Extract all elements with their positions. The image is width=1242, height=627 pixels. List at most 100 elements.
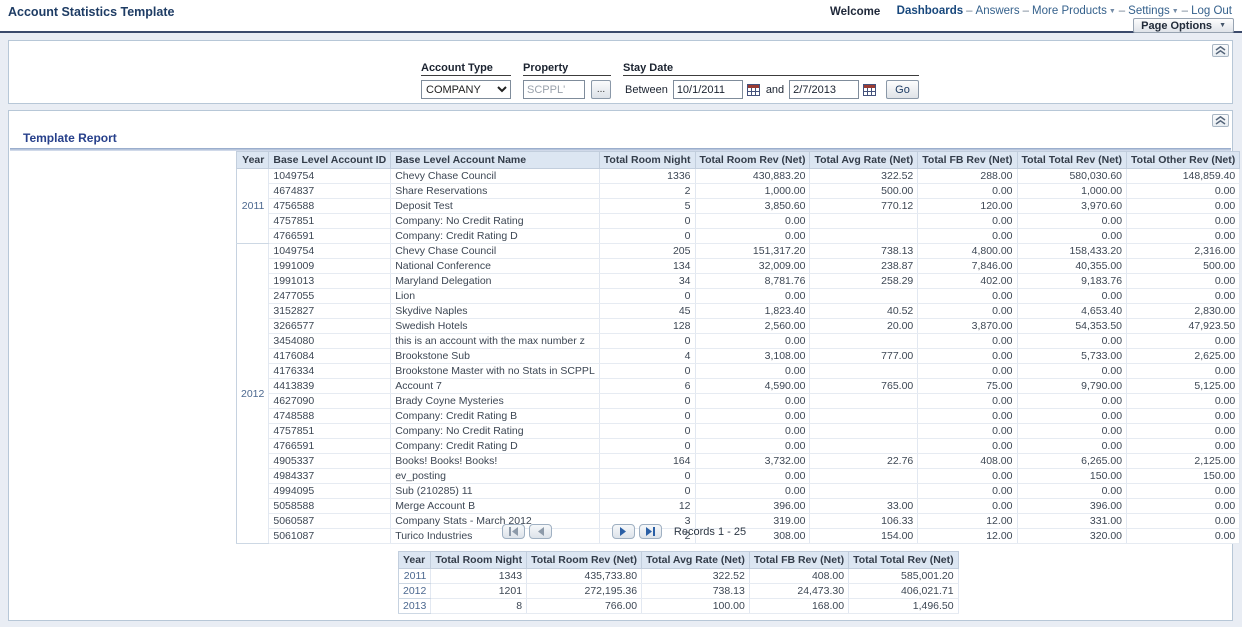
avg-rate-cell: 777.00	[810, 349, 918, 364]
nav-more-products-link[interactable]: More Products	[1032, 5, 1107, 17]
calendar-picker-button[interactable]	[863, 84, 876, 96]
summary-table-body: 20111343435,733.80322.52408.00585,001.20…	[399, 569, 959, 614]
room-rev-cell: 0.00	[695, 424, 810, 439]
fb-rev-cell: 0.00	[918, 484, 1017, 499]
summary-table-container: YearTotal Room NightTotal Room Rev (Net)…	[398, 551, 959, 614]
total-rev-cell: 40,355.00	[1017, 259, 1127, 274]
calendar-icon	[747, 84, 760, 96]
table-row: 3152827Skydive Naples451,823.4040.520.00…	[237, 304, 1240, 319]
account-name-cell: Deposit Test	[391, 199, 600, 214]
column-header: Total Room Rev (Net)	[527, 552, 642, 569]
other-rev-cell: 500.00	[1127, 259, 1240, 274]
nav-settings-link[interactable]: Settings	[1128, 5, 1170, 17]
first-page-button[interactable]	[502, 524, 525, 539]
year-group-label: 2012	[237, 244, 269, 544]
room-rev-cell: 0.00	[695, 484, 810, 499]
room-rev-cell: 3,108.00	[695, 349, 810, 364]
account-name-cell: Brookstone Sub	[391, 349, 600, 364]
chevron-down-icon: ▼	[1219, 22, 1226, 29]
go-button[interactable]: Go	[886, 80, 919, 99]
table-row: 4984337ev_posting00.000.00150.00150.00	[237, 469, 1240, 484]
other-rev-cell: 0.00	[1127, 484, 1240, 499]
room-rev-cell: 0.00	[695, 214, 810, 229]
fb-rev-cell: 0.00	[918, 349, 1017, 364]
collapse-section-button[interactable]	[1212, 44, 1229, 57]
account-name-cell: National Conference	[391, 259, 600, 274]
fb-rev-cell: 0.00	[918, 304, 1017, 319]
nav-logout-link[interactable]: Log Out	[1191, 5, 1232, 17]
summary-year-cell: 2013	[399, 599, 431, 614]
other-rev-cell: 0.00	[1127, 529, 1240, 544]
next-page-button[interactable]	[612, 524, 635, 539]
account-name-cell: this is an account with the max number z	[391, 334, 600, 349]
account-id-cell: 3266577	[269, 319, 391, 334]
summary-year-cell: 2012	[399, 584, 431, 599]
stay-date-to-input[interactable]	[789, 80, 859, 99]
room-night-cell: 128	[599, 319, 695, 334]
calendar-picker-button[interactable]	[747, 84, 760, 96]
summary-header-row: YearTotal Room NightTotal Room Rev (Net)…	[399, 552, 959, 569]
property-input[interactable]	[523, 80, 585, 99]
room-night-cell: 205	[599, 244, 695, 259]
avg-rate-cell	[810, 424, 918, 439]
account-name-cell: Company: No Credit Rating	[391, 214, 600, 229]
collapse-section-button[interactable]	[1212, 114, 1229, 127]
table-row: 3266577Swedish Hotels1282,560.0020.003,8…	[237, 319, 1240, 334]
avg-rate-cell	[810, 484, 918, 499]
account-id-cell: 1049754	[269, 244, 391, 259]
other-rev-cell: 2,625.00	[1127, 349, 1240, 364]
room-night-cell: 0	[599, 409, 695, 424]
first-page-icon	[508, 527, 519, 536]
column-header: Total FB Rev (Net)	[918, 152, 1017, 169]
account-name-cell: Company: Credit Rating D	[391, 439, 600, 454]
other-rev-cell: 0.00	[1127, 184, 1240, 199]
account-type-select[interactable]: COMPANY	[421, 80, 511, 99]
app-title: Account Statistics Template	[8, 5, 174, 19]
fb-rev-cell: 7,846.00	[918, 259, 1017, 274]
table-row: 3454080this is an account with the max n…	[237, 334, 1240, 349]
room-rev-cell: 0.00	[695, 229, 810, 244]
other-rev-cell: 0.00	[1127, 499, 1240, 514]
property-label: Property	[523, 62, 611, 76]
account-name-cell: Company: Credit Rating D	[391, 229, 600, 244]
nav-answers-link[interactable]: Answers	[976, 5, 1020, 17]
prompt-form: Account Type COMPANY Property ... Stay D…	[421, 62, 919, 99]
room-night-cell: 164	[599, 454, 695, 469]
table-row: 4994095Sub (210285) 1100.000.000.000.00	[237, 484, 1240, 499]
total-rev-cell: 320.00	[1017, 529, 1127, 544]
room-rev-cell: 3,732.00	[695, 454, 810, 469]
room-night-cell: 0	[599, 364, 695, 379]
column-header: Base Level Account ID	[269, 152, 391, 169]
table-row: 2477055Lion00.000.000.000.00	[237, 289, 1240, 304]
stay-date-from-input[interactable]	[673, 80, 743, 99]
total-rev-cell: 0.00	[1017, 364, 1127, 379]
last-page-button[interactable]	[639, 524, 662, 539]
avg-rate-cell	[810, 229, 918, 244]
column-header: Total FB Rev (Net)	[749, 552, 848, 569]
page-options-button[interactable]: Page Options ▼	[1133, 18, 1234, 33]
summary-row: 20138766.00100.00168.001,496.50	[399, 599, 959, 614]
fb-rev-cell: 3,870.00	[918, 319, 1017, 334]
room-rev-cell: 0.00	[695, 409, 810, 424]
other-rev-cell: 0.00	[1127, 289, 1240, 304]
room-rev-cell: 430,883.20	[695, 169, 810, 184]
account-name-cell: Account 7	[391, 379, 600, 394]
total-rev-cell: 0.00	[1017, 334, 1127, 349]
other-rev-cell: 148,859.40	[1127, 169, 1240, 184]
other-rev-cell: 0.00	[1127, 514, 1240, 529]
account-id-cell: 4176084	[269, 349, 391, 364]
column-header: Base Level Account Name	[391, 152, 600, 169]
total-rev-cell: 150.00	[1017, 469, 1127, 484]
property-picker-button[interactable]: ...	[591, 80, 611, 99]
previous-page-button[interactable]	[529, 524, 552, 539]
account-id-cell: 4627090	[269, 394, 391, 409]
account-name-cell: Company: Credit Rating B	[391, 409, 600, 424]
next-page-icon	[619, 527, 628, 536]
account-name-cell: Skydive Naples	[391, 304, 600, 319]
nav-dashboards-link[interactable]: Dashboards	[897, 5, 963, 17]
room-night-cell: 45	[599, 304, 695, 319]
room-rev-cell: 0.00	[695, 289, 810, 304]
and-label: and	[766, 84, 784, 96]
room-rev-cell: 0.00	[695, 394, 810, 409]
stay-date-label: Stay Date	[623, 62, 919, 76]
